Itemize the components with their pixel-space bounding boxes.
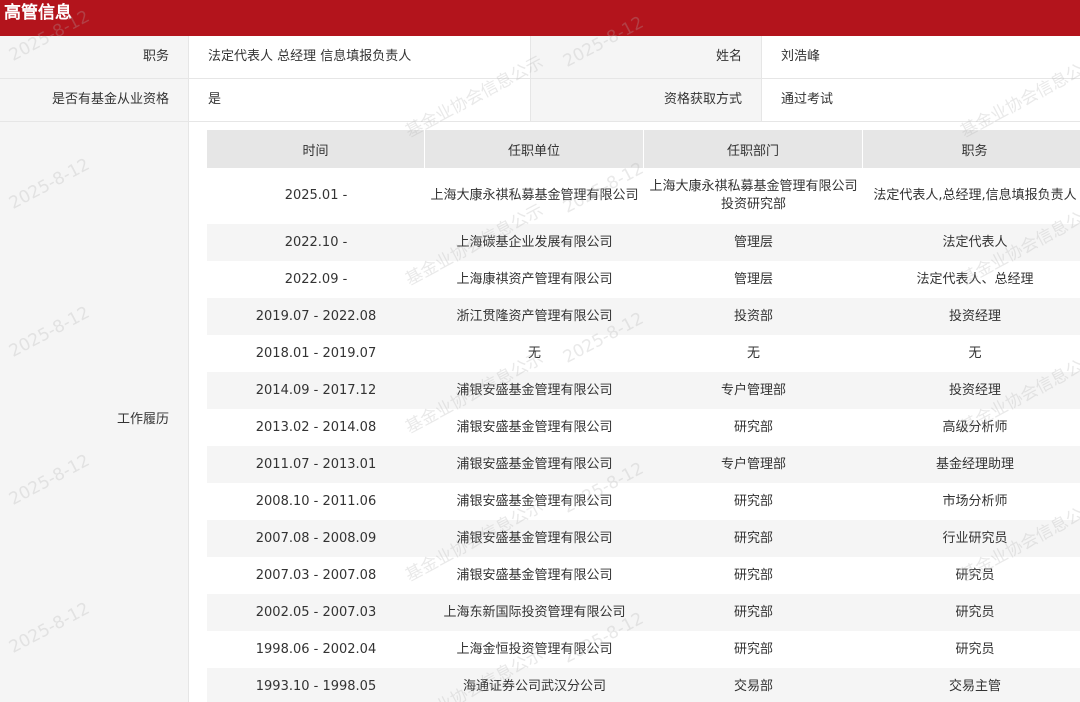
cell-position: 研究员 bbox=[955, 641, 995, 657]
position-value: 法定代表人 总经理 信息填报负责人 bbox=[188, 36, 530, 78]
cell-time: 2007.08 - 2008.09 bbox=[207, 520, 425, 557]
cell-time: 2014.09 - 2017.12 bbox=[207, 372, 425, 409]
cell-time: 2008.10 - 2011.06 bbox=[255, 493, 377, 509]
qualification-method-value: 通过考试 bbox=[761, 79, 1080, 121]
table-row: 1993.10 - 1998.05 海通证券公司武汉分公司 交易部 交易主管 bbox=[207, 668, 1080, 702]
cell-department: 研究部 bbox=[733, 567, 773, 583]
qualification-method-label: 资格获取方式 bbox=[530, 79, 761, 121]
work-history-table-wrapper: 时间 任职单位 任职部门 职务 2025.01 - 上海大康永祺私募基金管理有限… bbox=[207, 130, 1080, 702]
cell-department: 无 bbox=[746, 345, 760, 361]
cell-position: 法定代表人、总经理 bbox=[916, 271, 1034, 287]
cell-department: 研究部 bbox=[644, 520, 863, 557]
cell-time: 2019.07 - 2022.08 bbox=[207, 298, 425, 335]
cell-position: 高级分析师 bbox=[942, 419, 1008, 435]
cell-time: 1993.10 - 1998.05 bbox=[207, 668, 425, 702]
column-header-time: 时间 bbox=[207, 130, 425, 168]
cell-employer: 海通证券公司武汉分公司 bbox=[425, 668, 644, 702]
section-title: 高管信息 bbox=[4, 3, 72, 23]
position-label: 职务 bbox=[0, 36, 188, 78]
cell-department: 专户管理部 bbox=[644, 446, 863, 483]
column-header-employer: 任职单位 bbox=[425, 130, 644, 168]
cell-position: 投资经理 bbox=[863, 372, 1080, 409]
cell-employer: 上海东新国际投资管理有限公司 bbox=[425, 594, 644, 631]
cell-position: 投资经理 bbox=[863, 298, 1080, 335]
table-row: 2013.02 - 2014.08 浦银安盛基金管理有限公司 研究部 高级分析师 bbox=[207, 409, 1080, 446]
cell-department: 管理层 bbox=[644, 224, 863, 261]
work-history-table: 时间 任职单位 任职部门 职务 2025.01 - 上海大康永祺私募基金管理有限… bbox=[207, 130, 1080, 702]
table-row: 2025.01 - 上海大康永祺私募基金管理有限公司 上海大康永祺私募基金管理有… bbox=[207, 168, 1080, 224]
cell-employer: 上海大康永祺私募基金管理有限公司 bbox=[430, 188, 639, 203]
cell-employer: 无 bbox=[527, 345, 541, 361]
cell-employer: 浦银安盛基金管理有限公司 bbox=[456, 419, 613, 435]
name-label: 姓名 bbox=[530, 36, 761, 78]
work-history-label: 工作履历 bbox=[116, 412, 169, 427]
manager-info-page: 高管信息 职务 法定代表人 总经理 信息填报负责人 姓名 刘浩峰 是否有基金从业… bbox=[0, 0, 1080, 702]
info-row-position: 职务 法定代表人 总经理 信息填报负责人 姓名 刘浩峰 bbox=[0, 36, 1080, 79]
cell-employer: 浦银安盛基金管理有限公司 bbox=[456, 493, 613, 509]
cell-department: 管理层 bbox=[733, 271, 773, 287]
work-history-rows: 2025.01 - 上海大康永祺私募基金管理有限公司 上海大康永祺私募基金管理有… bbox=[207, 168, 1080, 702]
cell-position: 基金经理助理 bbox=[863, 446, 1080, 483]
cell-position: 交易主管 bbox=[863, 668, 1080, 702]
cell-department: 上海大康永祺私募基金管理有限公司投资研究部 bbox=[649, 179, 858, 212]
cell-position: 研究员 bbox=[955, 567, 995, 583]
cell-position: 法定代表人,总经理,信息填报负责人 bbox=[873, 188, 1077, 203]
cell-position: 研究员 bbox=[863, 594, 1080, 631]
cell-position: 行业研究员 bbox=[863, 520, 1080, 557]
table-row: 2014.09 - 2017.12 浦银安盛基金管理有限公司 专户管理部 投资经… bbox=[207, 372, 1080, 409]
cell-department: 研究部 bbox=[733, 641, 773, 657]
table-row: 2019.07 - 2022.08 浙江贯隆资产管理有限公司 投资部 投资经理 bbox=[207, 298, 1080, 335]
cell-department: 研究部 bbox=[733, 493, 773, 509]
cell-department: 研究部 bbox=[644, 594, 863, 631]
cell-employer: 浦银安盛基金管理有限公司 bbox=[425, 372, 644, 409]
cell-department: 研究部 bbox=[733, 419, 773, 435]
cell-time: 1998.06 - 2002.04 bbox=[255, 641, 377, 657]
cell-employer: 浦银安盛基金管理有限公司 bbox=[425, 520, 644, 557]
table-row: 2018.01 - 2019.07 无 无 无 bbox=[207, 335, 1080, 372]
cell-employer: 上海碳基企业发展有限公司 bbox=[425, 224, 644, 261]
cell-position: 市场分析师 bbox=[942, 493, 1008, 509]
table-row: 2007.08 - 2008.09 浦银安盛基金管理有限公司 研究部 行业研究员 bbox=[207, 520, 1080, 557]
table-row: 2002.05 - 2007.03 上海东新国际投资管理有限公司 研究部 研究员 bbox=[207, 594, 1080, 631]
column-header-position: 职务 bbox=[863, 130, 1080, 168]
cell-time: 2025.01 - bbox=[284, 188, 348, 203]
table-row: 2022.10 - 上海碳基企业发展有限公司 管理层 法定代表人 bbox=[207, 224, 1080, 261]
cell-employer: 上海金恒投资管理有限公司 bbox=[456, 641, 613, 657]
cell-time: 2007.03 - 2007.08 bbox=[255, 567, 377, 583]
cell-department: 投资部 bbox=[644, 298, 863, 335]
name-value: 刘浩峰 bbox=[761, 36, 1080, 78]
cell-time: 2022.09 - bbox=[284, 271, 348, 287]
cell-employer: 上海康祺资产管理有限公司 bbox=[456, 271, 613, 287]
cell-department: 专户管理部 bbox=[644, 372, 863, 409]
cell-time: 2013.02 - 2014.08 bbox=[255, 419, 377, 435]
cell-time: 2022.10 - bbox=[207, 224, 425, 261]
table-header-row: 时间 任职单位 任职部门 职务 bbox=[207, 130, 1080, 168]
work-history-label-cell: 工作履历 bbox=[0, 122, 189, 702]
cell-time: 2002.05 - 2007.03 bbox=[207, 594, 425, 631]
section-header: 高管信息 bbox=[0, 0, 1080, 36]
cell-employer: 浦银安盛基金管理有限公司 bbox=[425, 446, 644, 483]
table-row: 2007.03 - 2007.08 浦银安盛基金管理有限公司 研究部 研究员 bbox=[207, 557, 1080, 594]
info-grid: 职务 法定代表人 总经理 信息填报负责人 姓名 刘浩峰 是否有基金从业资格 是 … bbox=[0, 36, 1080, 122]
cell-position: 无 bbox=[968, 345, 982, 361]
qualification-label: 是否有基金从业资格 bbox=[0, 79, 188, 121]
cell-time: 2011.07 - 2013.01 bbox=[207, 446, 425, 483]
qualification-value: 是 bbox=[188, 79, 530, 121]
table-row: 1998.06 - 2002.04 上海金恒投资管理有限公司 研究部 研究员 bbox=[207, 631, 1080, 668]
cell-position: 法定代表人 bbox=[863, 224, 1080, 261]
cell-time: 2018.01 - 2019.07 bbox=[255, 345, 377, 361]
column-header-department: 任职部门 bbox=[644, 130, 863, 168]
cell-employer: 浙江贯隆资产管理有限公司 bbox=[425, 298, 644, 335]
info-row-qualification: 是否有基金从业资格 是 资格获取方式 通过考试 bbox=[0, 79, 1080, 121]
cell-department: 交易部 bbox=[644, 668, 863, 702]
table-row: 2011.07 - 2013.01 浦银安盛基金管理有限公司 专户管理部 基金经… bbox=[207, 446, 1080, 483]
table-row: 2008.10 - 2011.06 浦银安盛基金管理有限公司 研究部 市场分析师 bbox=[207, 483, 1080, 520]
cell-employer: 浦银安盛基金管理有限公司 bbox=[456, 567, 613, 583]
table-row: 2022.09 - 上海康祺资产管理有限公司 管理层 法定代表人、总经理 bbox=[207, 261, 1080, 298]
